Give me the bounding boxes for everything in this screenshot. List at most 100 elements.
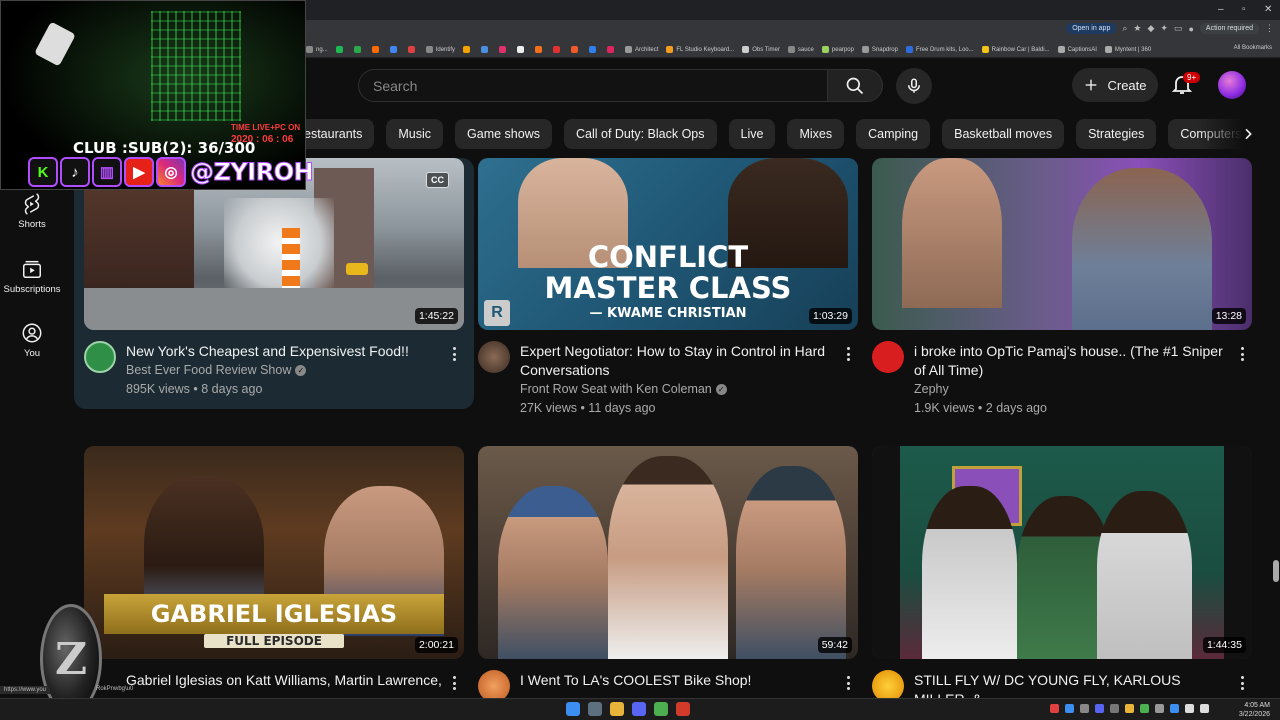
bookmark-item[interactable]: [481, 46, 491, 53]
minimize-icon[interactable]: –: [1218, 4, 1224, 15]
bookmark-item[interactable]: [517, 46, 527, 53]
video-duration: 1:03:29: [808, 308, 852, 324]
puzzle-icon[interactable]: ✦: [1160, 23, 1168, 34]
chrome-icon[interactable]: [654, 702, 668, 716]
channel-name[interactable]: Front Row Seat with Ken Coleman ✓: [520, 382, 727, 396]
close-icon[interactable]: ✕: [1264, 4, 1272, 15]
video-title[interactable]: Expert Negotiator: How to Stay in Contro…: [520, 342, 840, 380]
bookmark-item[interactable]: sauce: [787, 46, 814, 53]
video-thumbnail[interactable]: 59:42: [478, 446, 858, 659]
page-scrollbar[interactable]: [1273, 560, 1279, 582]
profile-icon[interactable]: ●: [1188, 24, 1193, 34]
account-avatar[interactable]: [1218, 71, 1246, 99]
channel-avatar[interactable]: [84, 341, 116, 373]
chip-call-of-duty-black-ops[interactable]: Call of Duty: Black Ops: [563, 119, 717, 149]
channel-avatar[interactable]: [872, 341, 904, 373]
bookmark-item[interactable]: [571, 46, 581, 53]
bookmark-item[interactable]: Snapdrop: [861, 46, 898, 53]
chip-strategies[interactable]: Strategies: [1076, 119, 1157, 149]
video-title[interactable]: New York's Cheapest and Expensivest Food…: [126, 342, 436, 361]
bookmark-item[interactable]: FL Studio Keyboard...: [666, 46, 734, 53]
tray-icon[interactable]: [1140, 704, 1149, 713]
create-button[interactable]: Create: [1072, 68, 1158, 102]
bookmark-item[interactable]: [535, 46, 545, 53]
search-input[interactable]: Search: [358, 69, 828, 102]
more-actions-icon[interactable]: [842, 675, 854, 691]
bookmark-item[interactable]: Free Drum kits, Loo...: [905, 46, 974, 53]
bookmark-item[interactable]: [499, 46, 509, 53]
bookmark-item[interactable]: [607, 46, 617, 53]
tray-icon[interactable]: [1050, 704, 1059, 713]
file-explorer-icon[interactable]: [610, 702, 624, 716]
bookmark-item[interactable]: [589, 46, 599, 53]
tray-icon[interactable]: [1065, 704, 1074, 713]
chip-camping[interactable]: Camping: [856, 119, 931, 149]
more-actions-icon[interactable]: [842, 346, 854, 362]
voice-search-button[interactable]: [896, 68, 932, 104]
bookmark-item[interactable]: [335, 46, 346, 53]
wifi-icon[interactable]: [1185, 704, 1194, 713]
extension-icon[interactable]: ◆: [1147, 23, 1154, 34]
bookmark-item[interactable]: Myntent | 360: [1104, 46, 1151, 53]
bookmark-item[interactable]: [353, 46, 364, 53]
bookmark-item[interactable]: pearpop: [821, 46, 854, 53]
bookmark-item[interactable]: [389, 46, 400, 53]
tray-icon[interactable]: [1155, 704, 1164, 713]
bookmark-item[interactable]: [463, 46, 473, 53]
tray-icon[interactable]: [1095, 704, 1104, 713]
task-view-icon[interactable]: [588, 702, 602, 716]
volume-icon[interactable]: [1200, 704, 1209, 713]
chip-estaurants[interactable]: estaurants: [300, 119, 375, 149]
more-actions-icon[interactable]: [1236, 675, 1248, 691]
chip-live[interactable]: Live: [728, 119, 776, 149]
bookmark-item[interactable]: [371, 46, 382, 53]
tray-icon[interactable]: [1125, 704, 1134, 713]
app-icon[interactable]: [676, 702, 690, 716]
search-button[interactable]: [827, 69, 883, 102]
bookmark-item[interactable]: CaptionsAI: [1057, 46, 1097, 53]
chip-mixes[interactable]: Mixes: [787, 119, 845, 149]
tray-icon[interactable]: [1170, 704, 1179, 713]
bookmark-item[interactable]: Obs Timer: [742, 46, 780, 53]
chip-basketball-moves[interactable]: Basketball moves: [942, 119, 1065, 149]
bookmark-item[interactable]: [407, 46, 418, 53]
action-required-button[interactable]: Action required: [1199, 23, 1259, 34]
taskbar-clock[interactable]: 4:05 AM 3/22/2026: [1239, 701, 1270, 719]
channel-avatar[interactable]: [478, 341, 510, 373]
video-title[interactable]: Gabriel Iglesias on Katt Williams, Marti…: [126, 671, 456, 690]
all-bookmarks-link[interactable]: All Bookmarks: [1234, 45, 1272, 51]
sidepanel-icon[interactable]: ▭: [1174, 23, 1183, 34]
video-thumbnail[interactable]: 13:28: [872, 158, 1252, 330]
maximize-icon[interactable]: ▫: [1242, 4, 1246, 15]
chip-game-shows[interactable]: Game shows: [455, 119, 552, 149]
taskbar-apps: [566, 702, 690, 716]
video-thumbnail[interactable]: CONFLICT MASTER CLASS — KWAME CHRISTIAN …: [478, 158, 858, 330]
sidebar-item-you[interactable]: You: [0, 322, 64, 359]
discord-icon[interactable]: [632, 702, 646, 716]
bookmark-item[interactable]: ng...: [306, 46, 328, 53]
chip-music[interactable]: Music: [386, 119, 444, 149]
video-title[interactable]: I Went To LA's COOLEST Bike Shop!: [520, 671, 840, 690]
more-actions-icon[interactable]: [1236, 346, 1248, 362]
chips-next-button[interactable]: [1234, 120, 1262, 148]
bookmark-item[interactable]: Architect: [625, 46, 658, 53]
channel-name[interactable]: Zephy: [914, 382, 949, 396]
start-icon[interactable]: [566, 702, 580, 716]
tray-icon[interactable]: [1110, 704, 1119, 713]
zoom-icon[interactable]: ⌕: [1122, 23, 1127, 34]
bookmark-item[interactable]: Identify: [425, 46, 455, 53]
more-actions-icon[interactable]: [448, 346, 460, 362]
video-thumbnail[interactable]: 1:44:35: [872, 446, 1252, 659]
open-in-app-button[interactable]: Open in app: [1066, 23, 1117, 34]
more-actions-icon[interactable]: [448, 675, 460, 691]
menu-icon[interactable]: ⋮: [1265, 23, 1274, 34]
channel-name[interactable]: Best Ever Food Review Show ✓: [126, 363, 307, 377]
bookmark-item[interactable]: [553, 46, 563, 53]
star-icon[interactable]: ★: [1133, 23, 1141, 34]
video-thumbnail[interactable]: GABRIEL IGLESIAS FULL EPISODE 2:00:21: [84, 446, 464, 659]
tray-icon[interactable]: [1080, 704, 1089, 713]
video-title[interactable]: i broke into OpTic Pamaj's house.. (The …: [914, 342, 1234, 380]
sidebar-item-subscriptions[interactable]: Subscriptions: [0, 258, 64, 295]
bookmark-item[interactable]: Rainbow Car | Baldi...: [981, 46, 1050, 53]
sidebar-item-shorts[interactable]: Shorts: [0, 193, 64, 230]
